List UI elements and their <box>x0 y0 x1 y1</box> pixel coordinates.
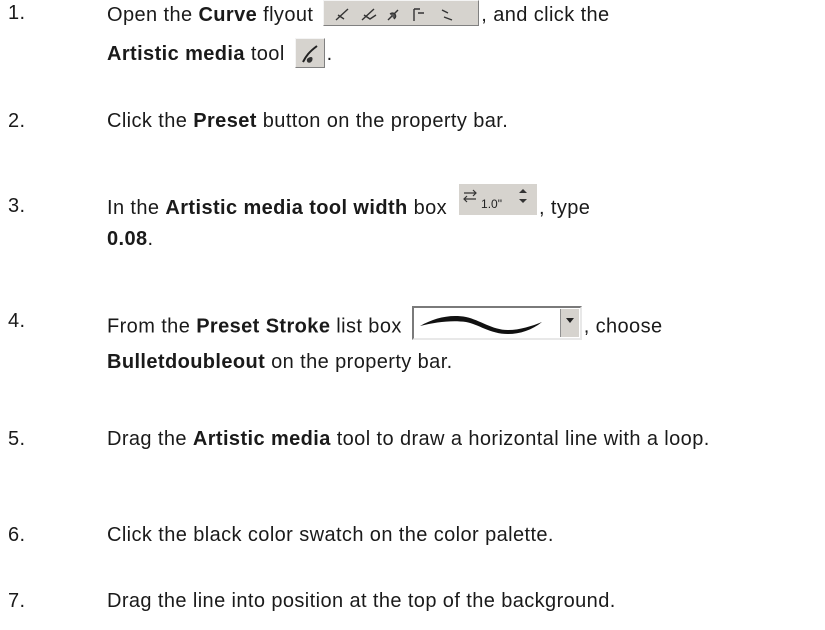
step-number: 4. <box>8 310 26 332</box>
step-number: 7. <box>8 590 26 612</box>
preset-stroke-listbox <box>411 306 582 340</box>
chevron-down-icon <box>559 309 579 337</box>
step-text: Drag the line into position at the top o… <box>107 590 616 612</box>
preset-label: Preset <box>193 110 257 132</box>
preset-stroke-label: Preset Stroke <box>196 315 331 338</box>
width-entry-value: 0.08 <box>107 228 148 250</box>
step-number: 2. <box>8 110 26 132</box>
artistic-media-label: Artistic media <box>192 428 331 450</box>
step-text: Click the black color swatch on the colo… <box>107 524 554 546</box>
step-text: In the Artistic media tool width box 1.0… <box>107 184 812 253</box>
width-box-label: Artistic media tool width <box>165 196 408 219</box>
step-text: Open the Curve flyout , and click the Art… <box>107 0 812 74</box>
step-number: 3. <box>8 195 26 217</box>
step-number: 1. <box>8 2 26 24</box>
step-text: From the Preset Stroke list box , choose… <box>107 306 812 376</box>
width-box-icon: 1.0" <box>459 184 538 215</box>
curve-label: Curve <box>198 4 258 26</box>
bulletdoubleout-label: Bulletdoubleout <box>107 351 266 373</box>
artistic-media-label: Artistic media <box>107 43 245 65</box>
artistic-media-tool-icon <box>294 37 325 68</box>
step-text: Click the Preset button on the property … <box>107 110 509 132</box>
step-text: Drag the Artistic media tool to draw a h… <box>107 428 710 450</box>
curve-flyout-icon <box>323 0 480 26</box>
step-number: 6. <box>8 524 26 546</box>
width-value: 1.0" <box>481 197 502 211</box>
step-number: 5. <box>8 428 26 450</box>
